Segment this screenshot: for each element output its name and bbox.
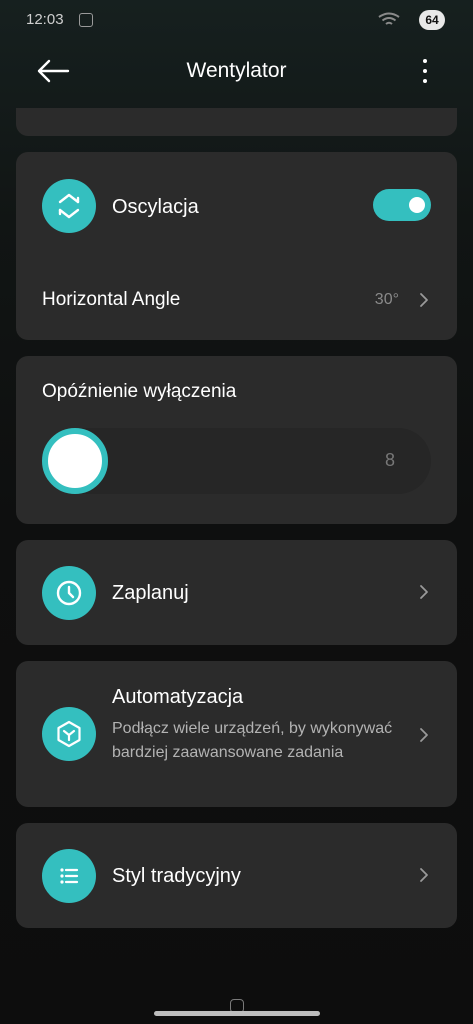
chevron-right-icon — [420, 728, 428, 742]
chevron-right-icon — [420, 585, 428, 599]
chevron-right-icon — [420, 868, 428, 882]
chevron-right-icon[interactable] — [419, 292, 429, 308]
toggle-knob — [409, 197, 425, 213]
oscillation-card: Oscylacja Horizontal Angle 30° — [16, 152, 457, 340]
page-title: Wentylator — [186, 59, 287, 82]
automation-icon — [42, 707, 96, 761]
status-time: 12:03 — [26, 11, 64, 28]
horizontal-angle-value: 30° — [374, 291, 399, 308]
automation-description: Podłącz wiele urządzeń, by wykonywać bar… — [112, 720, 393, 761]
battery-icon: 64 — [419, 10, 445, 30]
list-icon — [42, 849, 96, 903]
oscillation-toggle[interactable] — [373, 189, 431, 221]
clock-icon — [42, 566, 96, 620]
wifi-icon — [378, 12, 400, 25]
shutdown-delay-label: Opóźnienie wyłączenia — [42, 381, 237, 402]
automation-card[interactable]: Automatyzacja Podłącz wiele urządzeń, by… — [16, 661, 457, 807]
app-bar: Wentylator — [0, 42, 473, 102]
horizontal-angle-label[interactable]: Horizontal Angle — [42, 289, 180, 311]
classic-style-label: Styl tradycyjny — [112, 865, 241, 887]
oscillation-icon — [42, 179, 96, 233]
oscillation-label: Oscylacja — [112, 196, 199, 218]
status-bar: 12:03 64 — [0, 0, 473, 42]
previous-card — [16, 108, 457, 136]
schedule-card[interactable]: Zaplanuj — [16, 540, 457, 645]
automation-label: Automatyzacja — [112, 686, 244, 708]
shutdown-delay-card: Opóźnienie wyłączenia 8 — [16, 356, 457, 524]
slider-handle[interactable] — [42, 428, 108, 494]
shutdown-delay-value: 8 — [385, 450, 396, 470]
classic-style-card[interactable]: Styl tradycyjny — [16, 823, 457, 928]
more-options-icon[interactable] — [413, 56, 437, 86]
schedule-label: Zaplanuj — [112, 582, 189, 604]
home-gesture-bar[interactable] — [154, 1011, 320, 1016]
notification-icon — [79, 13, 93, 27]
